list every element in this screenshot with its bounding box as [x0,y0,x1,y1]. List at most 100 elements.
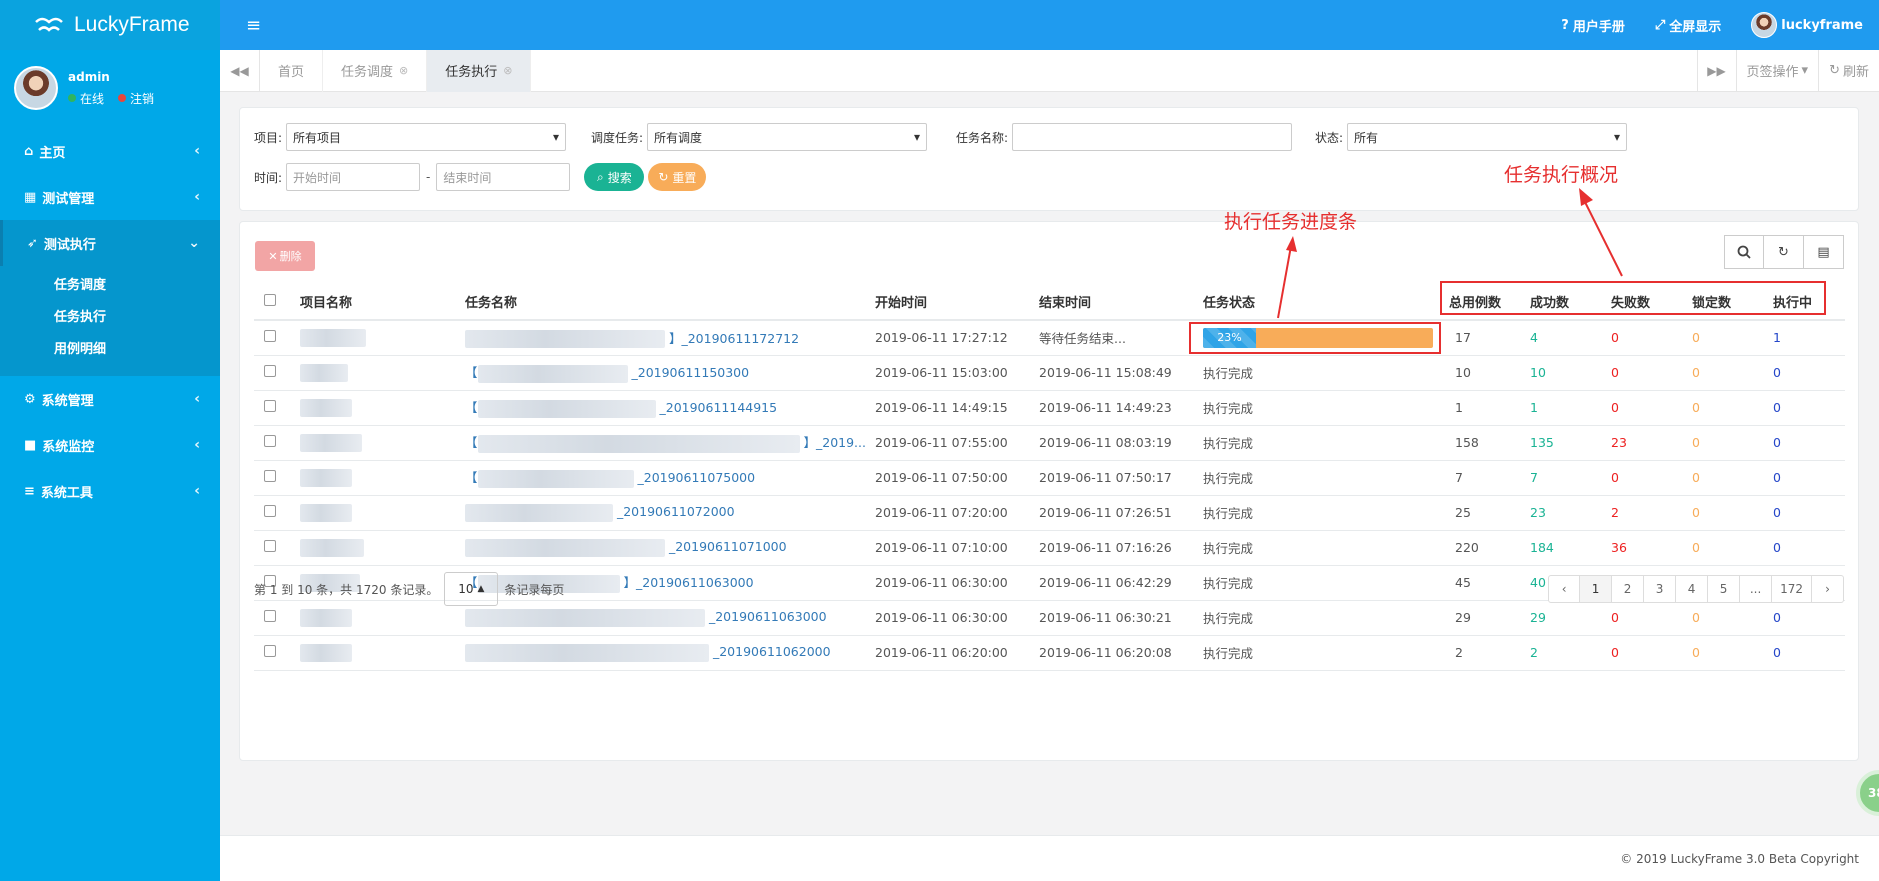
fail-count[interactable]: 36 [1611,530,1692,566]
schedule-select[interactable]: 所有调度 ▾ [647,123,928,151]
page-button[interactable]: ‹ [1548,575,1581,603]
search-button[interactable]: ⌕ 搜索 [584,163,645,191]
user-menu[interactable]: luckyframe [1751,12,1863,38]
lock-count[interactable]: 0 [1692,320,1773,356]
lock-count[interactable]: 0 [1692,600,1773,636]
page-button[interactable]: › [1812,575,1844,603]
running-count[interactable]: 0 [1773,530,1845,566]
tab-ops-dropdown[interactable]: 页签操作 ▾ [1737,49,1820,92]
close-icon[interactable]: ⊗ [399,64,408,77]
page-button[interactable]: 172 [1772,575,1812,603]
col-project[interactable]: 项目名称 [300,284,465,321]
fail-count[interactable]: 0 [1611,460,1692,496]
page-button[interactable]: 4 [1676,575,1709,603]
success-count[interactable]: 135 [1530,425,1611,461]
start-time-input[interactable]: 开始时间 [286,163,421,191]
table-row[interactable]: _20190611062000 2019-06-11 06:20:00 2019… [254,635,1845,671]
lock-count[interactable]: 0 [1692,355,1773,391]
fail-count[interactable]: 23 [1611,425,1692,461]
select-all-checkbox[interactable] [264,293,276,306]
task-name-link[interactable]: 【 _20190611144915 [465,399,777,418]
fail-count[interactable]: 2 [1611,495,1692,531]
taskname-input[interactable] [1012,123,1293,151]
task-name-link[interactable]: _20190611062000 [465,643,831,662]
row-checkbox[interactable] [264,330,276,343]
col-end[interactable]: 结束时间 [1039,284,1203,321]
table-columns-button[interactable]: ▤ [1804,235,1844,269]
row-checkbox[interactable] [264,365,276,377]
fullscreen-link[interactable]: ⤢ 全屏显示 [1655,16,1721,35]
end-time-input[interactable]: 结束时间 [436,163,571,191]
lock-count[interactable]: 0 [1692,530,1773,566]
tab-execution[interactable]: 任务执行 ⊗ [427,49,532,92]
page-button[interactable]: 3 [1644,575,1677,603]
page-button[interactable]: 2 [1612,575,1645,603]
col-taskname[interactable]: 任务名称 [465,284,875,321]
table-row[interactable]: 【 _20190611075000 2019-06-11 07:50:00 20… [254,460,1845,496]
table-row[interactable]: 【 】_2019... 2019-06-11 07:55:00 2019-06-… [254,425,1845,461]
reset-button[interactable]: ↻ 重置 [648,163,707,191]
running-count[interactable]: 0 [1773,495,1845,531]
success-count[interactable]: 2 [1530,635,1611,671]
table-row[interactable]: 】_20190611172712 2019-06-11 17:27:12 等待任… [254,320,1845,356]
lock-count[interactable]: 0 [1692,460,1773,496]
floating-badge[interactable]: 38 [1856,770,1879,816]
running-count[interactable]: 1 [1773,320,1845,356]
sidebar-item-test-management[interactable]: ▦ 测试管理 ‹ [0,174,220,220]
lock-count[interactable]: 0 [1692,390,1773,426]
project-select[interactable]: 所有项目 ▾ [286,123,567,151]
running-count[interactable]: 0 [1773,390,1845,426]
avatar[interactable] [14,66,58,110]
row-checkbox[interactable] [264,400,276,412]
page-button[interactable]: ... [1740,575,1773,603]
sidebar-item-system-management[interactable]: ⚙ 系统管理 ‹ [0,376,220,422]
subnav-item-schedule[interactable]: 任务调度 [0,270,220,302]
tab-schedule[interactable]: 任务调度 ⊗ [323,49,428,92]
running-count[interactable]: 0 [1773,635,1845,671]
task-name-link[interactable]: _20190611072000 [465,503,735,522]
sidebar-item-system-monitor[interactable]: ■ 系统监控 ‹ [0,422,220,468]
lock-count[interactable]: 0 [1692,495,1773,531]
tabs-scroll-left-icon[interactable]: ◀◀ [220,49,260,92]
table-refresh-button[interactable]: ↻ [1764,235,1804,269]
page-button[interactable]: 1 [1580,575,1613,603]
sidebar-item-system-tools[interactable]: ≡ 系统工具 ‹ [0,468,220,514]
status-select[interactable]: 所有 ▾ [1347,123,1628,151]
success-count[interactable]: 10 [1530,355,1611,391]
page-button[interactable]: 5 [1708,575,1741,603]
task-name-link[interactable]: 【 】_2019... [465,434,866,453]
lock-count[interactable]: 0 [1692,635,1773,671]
success-count[interactable]: 7 [1530,460,1611,496]
col-status[interactable]: 任务状态 [1203,284,1449,321]
table-row[interactable]: _20190611072000 2019-06-11 07:20:00 2019… [254,495,1845,531]
row-checkbox[interactable] [264,610,276,622]
running-count[interactable]: 0 [1773,460,1845,496]
subnav-item-case-detail[interactable]: 用例明细 [0,334,220,366]
table-row[interactable]: _20190611071000 2019-06-11 07:10:00 2019… [254,530,1845,566]
subnav-item-execution[interactable]: 任务执行 [0,302,220,334]
user-manual-link[interactable]: ? 用户手册 [1561,16,1625,35]
fail-count[interactable]: 0 [1611,390,1692,426]
row-checkbox[interactable] [264,505,276,517]
sidebar-item-test-execution[interactable]: ➶ 测试执行 ⌄ [0,220,220,266]
task-name-link[interactable]: _20190611063000 [465,608,827,627]
page-size-dropdown[interactable]: 10 ▲ [444,572,499,606]
logout-link[interactable]: 注销 [130,90,154,107]
success-count[interactable]: 184 [1530,530,1611,566]
fail-count[interactable]: 0 [1611,635,1692,671]
tabs-scroll-right-icon[interactable]: ▶▶ [1696,49,1737,92]
running-count[interactable]: 0 [1773,355,1845,391]
running-count[interactable]: 0 [1773,425,1845,461]
col-start[interactable]: 开始时间 [875,284,1039,321]
task-name-link[interactable]: 】_20190611172712 [465,330,799,348]
table-search-button[interactable] [1724,235,1764,269]
row-checkbox[interactable] [264,435,276,447]
table-row[interactable]: 【 _20190611150300 2019-06-11 15:03:00 20… [254,355,1845,391]
success-count[interactable]: 4 [1530,320,1611,356]
task-name-link[interactable]: _20190611071000 [465,538,787,557]
refresh-button[interactable]: ↻ 刷新 [1819,50,1879,92]
row-checkbox[interactable] [264,645,276,657]
row-checkbox[interactable] [264,470,276,482]
delete-button[interactable]: ✕ 删除 [255,241,315,271]
fail-count[interactable]: 0 [1611,320,1692,356]
